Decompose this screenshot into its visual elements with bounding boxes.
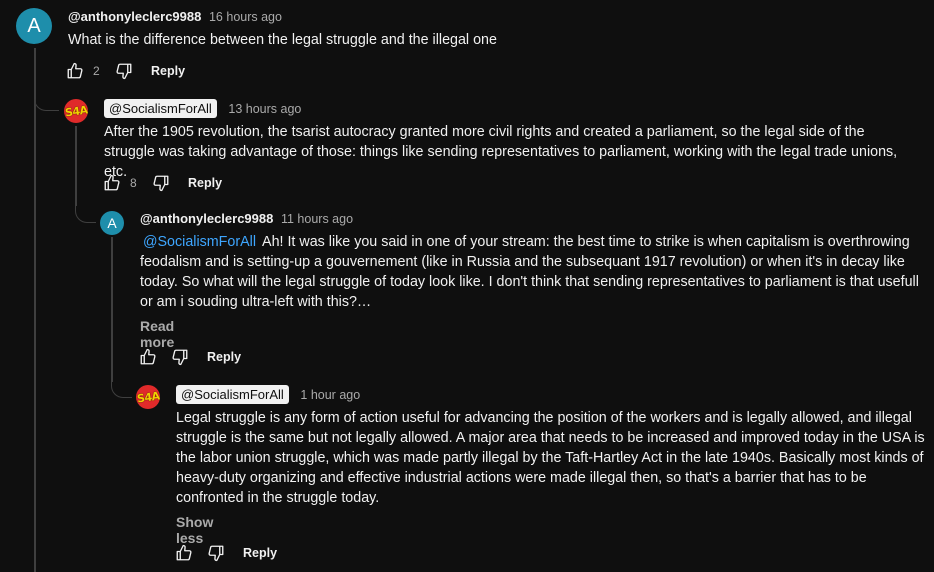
avatar[interactable]: S4A <box>64 99 88 123</box>
reply-button[interactable]: Reply <box>151 64 185 78</box>
thumb-up-icon[interactable] <box>175 544 193 562</box>
timestamp[interactable]: 1 hour ago <box>300 388 360 402</box>
thread-curve-3 <box>111 372 132 398</box>
comment-header: @SocialismForAll 1 hour ago <box>176 385 360 404</box>
thumb-down-icon[interactable] <box>115 62 133 80</box>
timestamp[interactable]: 16 hours ago <box>209 10 282 24</box>
avatar-letter: A <box>27 14 41 37</box>
thumb-up-icon[interactable] <box>139 348 157 366</box>
comment-text-content: Ah! It was like you said in one of your … <box>140 234 919 310</box>
avatar-logo-text: S4A <box>136 388 160 406</box>
thread-curve-2 <box>75 198 96 223</box>
comment-text: What is the difference between the legal… <box>68 32 497 48</box>
timestamp[interactable]: 13 hours ago <box>228 102 301 116</box>
comment-header: @anthonyleclerc9988 16 hours ago <box>68 8 282 26</box>
thread-line-main <box>34 48 36 572</box>
comment-actions: 2 Reply <box>66 59 185 83</box>
comment-text: @SocialismForAll Ah! It was like you said… <box>140 232 930 312</box>
author-name[interactable]: @SocialismForAll <box>104 99 217 118</box>
thread-line-reply-1 <box>75 126 77 206</box>
thumb-up-icon[interactable] <box>103 174 121 192</box>
like-count: 8 <box>130 176 137 190</box>
reply-button[interactable]: Reply <box>207 350 241 364</box>
comment-actions: 8 Reply <box>103 171 222 195</box>
thumb-down-icon[interactable] <box>171 348 189 366</box>
author-name[interactable]: @SocialismForAll <box>176 385 289 404</box>
mention-link[interactable]: @SocialismForAll <box>143 234 256 250</box>
avatar[interactable]: A <box>100 211 124 235</box>
author-name[interactable]: @anthonyleclerc9988 <box>140 211 273 226</box>
reply-button[interactable]: Reply <box>243 546 277 560</box>
comment-text: Legal struggle is any form of action use… <box>176 410 925 506</box>
thumb-up-icon[interactable] <box>66 62 84 80</box>
thread-curve-1 <box>34 88 59 111</box>
comment-text: After the 1905 revolution, the tsarist a… <box>104 124 898 180</box>
comment-actions: Reply <box>139 345 241 369</box>
avatar[interactable]: A <box>16 8 52 44</box>
comment-actions: Reply <box>175 541 277 565</box>
thumb-down-icon[interactable] <box>207 544 225 562</box>
thumb-down-icon[interactable] <box>152 174 170 192</box>
avatar-logo-text: S4A <box>64 102 88 120</box>
avatar-letter: A <box>107 215 117 231</box>
comment-header: @SocialismForAll 13 hours ago <box>104 99 301 118</box>
comment-header: @anthonyleclerc9988 11 hours ago <box>140 210 353 228</box>
author-name[interactable]: @anthonyleclerc9988 <box>68 9 201 24</box>
reply-button[interactable]: Reply <box>188 176 222 190</box>
avatar[interactable]: S4A <box>136 385 160 409</box>
thread-line-reply-2 <box>111 237 113 382</box>
timestamp[interactable]: 11 hours ago <box>281 212 353 226</box>
like-count: 2 <box>93 64 100 78</box>
